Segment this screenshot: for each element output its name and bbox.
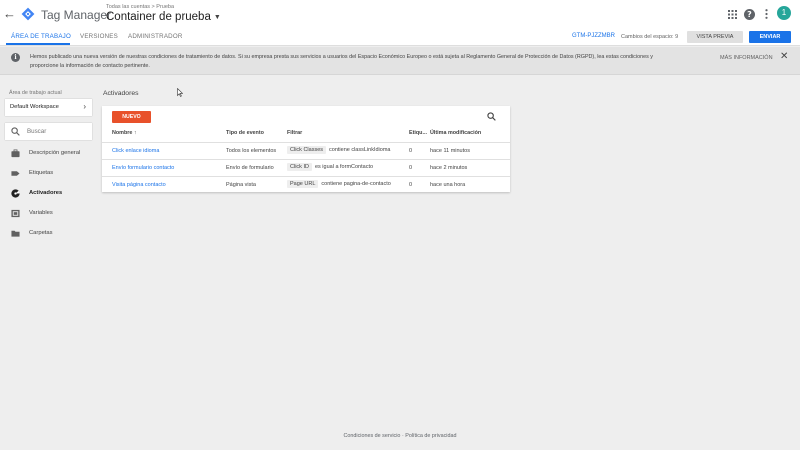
svg-text:?: ?: [747, 10, 752, 19]
tag-manager-logo-icon[interactable]: [21, 7, 35, 21]
filter-condition: es igual a formContacto: [314, 164, 374, 170]
apps-grid-icon[interactable]: [726, 8, 738, 20]
help-icon[interactable]: ?: [743, 8, 755, 20]
tags-count-cell: 0: [409, 148, 413, 154]
event-type-cell: Envío de formulario: [226, 165, 274, 171]
terms-link[interactable]: Condiciones de servicio: [344, 433, 401, 439]
tab-admin[interactable]: ADMINISTRADOR: [128, 33, 183, 40]
filter-condition: contiene classLinkIdioma: [329, 147, 391, 153]
more-vert-icon[interactable]: [760, 8, 772, 20]
filter-cell: Click Classes contiene classLinkIdioma: [287, 146, 390, 154]
submit-button[interactable]: ENVIAR: [749, 31, 791, 43]
mouse-cursor-icon: [177, 88, 183, 97]
trigger-name-link[interactable]: Visita página contacto: [112, 182, 166, 188]
table-row[interactable]: Visita página contacto Página vista Page…: [102, 176, 510, 193]
notice-text: Hemos publicado una nueva versión de nue…: [30, 54, 653, 69]
folder-icon: [11, 230, 20, 237]
sidebar-item-label: Carpetas: [29, 230, 53, 236]
footer-separator: ·: [401, 433, 404, 439]
filter-variable-chip: Click Classes: [287, 146, 327, 154]
modified-cell: hace una hora: [430, 182, 466, 188]
trigger-name-link[interactable]: Click enlace idioma: [112, 148, 159, 154]
sidebar-item-variables[interactable]: Variables: [0, 207, 95, 221]
active-tab-indicator: [6, 43, 70, 45]
briefcase-icon: [11, 149, 20, 158]
sidebar-search[interactable]: Buscar: [5, 123, 92, 140]
filter-cell: Page URL contiene pagina-de-contacto: [287, 180, 391, 188]
filter-condition: contiene pagina-de-contacto: [321, 181, 391, 187]
container-selector[interactable]: Container de prueba ▼: [106, 11, 221, 23]
privacy-link[interactable]: Política de privacidad: [405, 433, 456, 439]
trigger-icon: [11, 189, 20, 198]
modified-cell: hace 2 minutos: [430, 165, 468, 171]
column-header-name[interactable]: Nombre ↑: [112, 130, 137, 136]
event-type-cell: Todos los elementos: [226, 148, 277, 154]
search-icon: [11, 127, 20, 136]
back-arrow-icon[interactable]: ←: [3, 6, 16, 21]
workspace-changes: Cambios del espacio: 9: [621, 34, 679, 40]
table-row[interactable]: Click enlace idioma Todos los elementos …: [102, 142, 510, 159]
tag-icon: [11, 171, 20, 176]
workspace-selector[interactable]: Default Workspace ›: [5, 99, 92, 116]
filter-cell: Click ID es igual a formContacto: [287, 163, 373, 171]
tags-count-cell: 0: [409, 182, 413, 188]
tab-versions[interactable]: VERSIONES: [80, 33, 118, 40]
chevron-down-icon: ▼: [213, 13, 221, 21]
top-header: ← Tag Manager Todas las cuentas > Prueba…: [0, 0, 800, 30]
column-header-tags[interactable]: Etiqu...: [409, 130, 427, 136]
chevron-right-icon: ›: [83, 102, 86, 111]
tab-workspace[interactable]: ÁREA DE TRABAJO: [11, 33, 71, 40]
trigger-name-link[interactable]: Envío formulario contacto: [112, 165, 174, 171]
film-icon: [11, 209, 20, 218]
column-header-event-type[interactable]: Tipo de evento: [226, 130, 264, 136]
breadcrumb[interactable]: Todas las cuentas > Prueba: [106, 4, 174, 10]
container-name: Container de prueba: [106, 11, 211, 23]
more-info-button[interactable]: MÁS INFORMACIÓN: [720, 55, 773, 61]
page-title: Activadores: [103, 90, 139, 97]
new-trigger-button[interactable]: NUEVO: [112, 111, 151, 123]
container-id-link[interactable]: GTM-PJZZMBR: [572, 33, 615, 39]
workspace-name: Default Workspace: [10, 104, 59, 110]
search-input[interactable]: Buscar: [27, 128, 46, 135]
tab-bar: ÁREA DE TRABAJO VERSIONES ADMINISTRADOR: [0, 30, 800, 46]
search-icon[interactable]: [487, 112, 496, 121]
workspace-label: Área de trabajo actual: [9, 90, 62, 96]
sidebar-item-tags[interactable]: Etiquetas: [0, 167, 95, 181]
close-icon[interactable]: ✕: [780, 52, 788, 62]
sidebar-item-label: Variables: [29, 210, 53, 216]
column-header-filter[interactable]: Filtrar: [287, 130, 302, 136]
sidebar-item-label: Activadores: [29, 190, 63, 196]
triggers-table-card: NUEVO Nombre ↑ Tipo de evento Filtrar Et…: [102, 106, 510, 192]
sidebar-item-triggers[interactable]: Activadores: [0, 187, 95, 201]
filter-variable-chip: Click ID: [287, 163, 312, 171]
footer: Condiciones de servicio · Política de pr…: [0, 433, 800, 439]
column-header-last-modified[interactable]: Última modificación: [430, 130, 481, 136]
preview-button[interactable]: VISTA PREVIA: [687, 31, 743, 43]
avatar[interactable]: 1: [777, 6, 791, 20]
sidebar-item-label: Etiquetas: [29, 170, 54, 176]
event-type-cell: Página vista: [226, 182, 256, 188]
sidebar-item-folders[interactable]: Carpetas: [0, 227, 95, 241]
product-name[interactable]: Tag Manager: [41, 8, 111, 22]
sidebar-item-label: Descripción general: [29, 150, 81, 156]
modified-cell: hace 11 minutos: [430, 148, 470, 154]
table-row[interactable]: Envío formulario contacto Envío de formu…: [102, 159, 510, 176]
info-icon: i: [11, 53, 20, 62]
filter-variable-chip: Page URL: [287, 180, 319, 188]
sidebar-item-overview[interactable]: Descripción general: [0, 147, 95, 161]
tags-count-cell: 0: [409, 165, 413, 171]
